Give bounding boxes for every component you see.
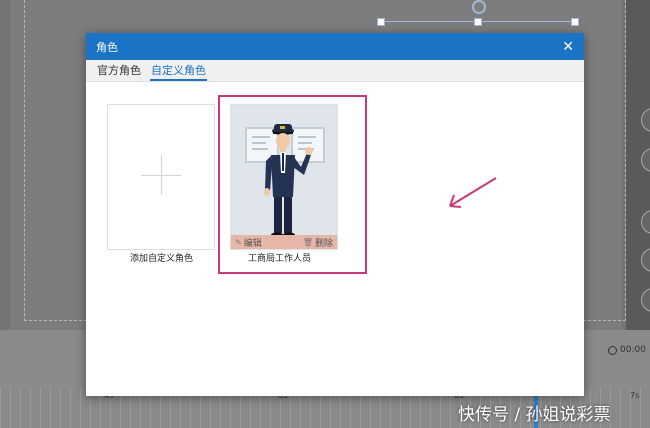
delete-role-button[interactable]: 🗑 删除 — [303, 236, 333, 249]
time-readout: 00:00 — [608, 345, 646, 355]
role-dialog: 角色 ✕ 官方角色 自定义角色 添加自定义角色 ✎ 编辑 🗑 删除 工商局工作人… — [86, 33, 584, 396]
dialog-tabs: 官方角色 自定义角色 — [86, 60, 584, 82]
delete-label: 删除 — [314, 238, 333, 249]
edit-role-button[interactable]: ✎ 编辑 — [235, 236, 262, 249]
tab-custom-roles[interactable]: 自定义角色 — [150, 62, 207, 81]
add-card-caption: 添加自定义角色 — [130, 254, 194, 264]
timeline-tick: 7s — [630, 391, 640, 400]
add-custom-role-card[interactable] — [107, 104, 215, 250]
plus-icon-vertical — [161, 155, 162, 195]
edit-label: 编辑 — [243, 238, 262, 249]
role-card[interactable]: ✎ 编辑 🗑 删除 — [230, 104, 338, 250]
tab-official-roles[interactable]: 官方角色 — [96, 62, 142, 81]
selection-handle-middle[interactable] — [474, 18, 482, 26]
time-readout-text: 00:00 — [620, 345, 646, 355]
annotation-arrow-icon — [449, 177, 497, 208]
watermark-text: 快传号 / 孙姐说彩票 — [458, 405, 611, 425]
clock-icon — [608, 345, 617, 355]
role-card-caption: 工商局工作人员 — [248, 254, 312, 264]
dialog-header: 角色 ✕ — [86, 33, 584, 60]
close-icon[interactable]: ✕ — [562, 40, 574, 54]
selection-handle-left[interactable] — [377, 18, 385, 26]
officer-figure — [264, 124, 313, 238]
dialog-title: 角色 — [96, 40, 118, 54]
rotate-handle-icon[interactable] — [472, 0, 486, 14]
selection-handle-right[interactable] — [571, 18, 579, 26]
pencil-icon: ✎ — [235, 237, 242, 247]
trash-icon: 🗑 — [302, 237, 313, 247]
role-card-footer: ✎ 编辑 🗑 删除 — [231, 235, 337, 249]
